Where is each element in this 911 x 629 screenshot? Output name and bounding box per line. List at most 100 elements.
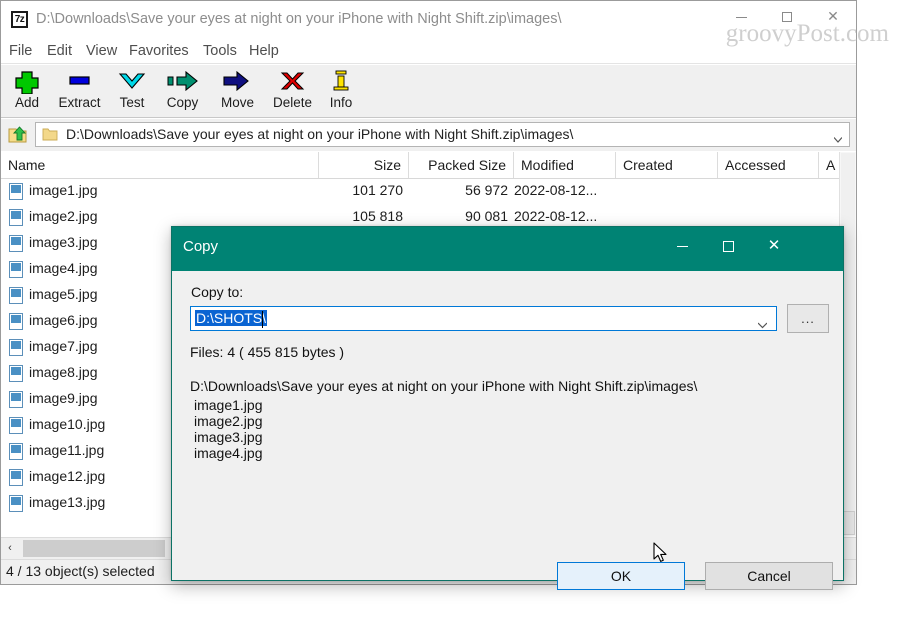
- copy-to-label: Copy to:: [191, 284, 244, 300]
- dialog-close-icon[interactable]: ✕: [751, 227, 797, 265]
- mouse-cursor: [653, 542, 669, 564]
- dialog-maximize-icon[interactable]: [705, 227, 751, 265]
- file-name: image10.jpg: [29, 416, 106, 432]
- path-text: D:\Downloads\Save your eyes at night on …: [66, 126, 574, 142]
- file-packed: 56 972: [465, 182, 508, 198]
- selected-files-list: image1.jpg image2.jpg image3.jpg image4.…: [194, 397, 263, 461]
- test-icon: [110, 68, 154, 94]
- jpg-file-icon: [9, 469, 23, 486]
- file-name: image3.jpg: [29, 234, 98, 250]
- main-window-title: D:\Downloads\Save your eyes at night on …: [36, 11, 562, 27]
- chevron-down-icon[interactable]: [757, 316, 768, 329]
- sevenzip-app-icon: 7z: [11, 11, 28, 28]
- chevron-down-icon[interactable]: [833, 131, 843, 143]
- copy-dialog-body: Copy to: D:\SHOTS\ ... Files: 4 ( 455 81…: [172, 271, 843, 590]
- toolbar-button-move[interactable]: Move: [211, 68, 264, 116]
- jpg-file-icon: [9, 417, 23, 434]
- copy-arrow-icon: [156, 68, 209, 94]
- file-name: image1.jpg: [29, 182, 98, 198]
- toolbar-button-delete[interactable]: Delete: [266, 68, 319, 116]
- toolbar-label-add: Add: [14, 95, 40, 110]
- text-caret: [262, 311, 263, 328]
- jpg-file-icon: [9, 235, 23, 252]
- toolbar-label-info: Info: [329, 95, 353, 110]
- jpg-file-icon: [9, 209, 23, 226]
- toolbar-label-extract: Extract: [58, 95, 101, 110]
- cancel-button[interactable]: Cancel: [705, 562, 833, 590]
- move-arrow-icon: [211, 68, 264, 94]
- toolbar-button-info[interactable]: Info: [321, 68, 361, 116]
- file-name: image2.jpg: [29, 208, 98, 224]
- file-packed: 90 081: [465, 208, 508, 224]
- column-header-created[interactable]: Created: [616, 152, 718, 178]
- jpg-file-icon: [9, 313, 23, 330]
- column-header-size[interactable]: Size: [319, 152, 409, 178]
- toolbar-button-test[interactable]: Test: [110, 68, 154, 116]
- destination-input-value[interactable]: D:\SHOTS\: [195, 310, 268, 326]
- file-name: image8.jpg: [29, 364, 98, 380]
- toolbar-label-move: Move: [220, 95, 254, 110]
- menu-item-tools[interactable]: Tools: [197, 41, 243, 61]
- files-summary-text: Files: 4 ( 455 815 bytes ): [190, 344, 345, 360]
- copy-dialog: Copy ✕ Copy to: D:\SHOTS\ ... Files: 4 (…: [171, 226, 844, 590]
- menu-item-file[interactable]: File: [3, 41, 38, 61]
- jpg-file-icon: [9, 391, 23, 408]
- list-item: image3.jpg: [194, 429, 263, 445]
- toolbar-button-extract[interactable]: Extract: [51, 68, 108, 116]
- scroll-left-button[interactable]: ‹: [1, 538, 19, 559]
- main-toolbar: Add Extract Test Copy Move Delete Info: [1, 65, 856, 118]
- jpg-file-icon: [9, 183, 23, 200]
- file-name: image13.jpg: [29, 494, 106, 510]
- info-icon: [321, 68, 361, 94]
- toolbar-button-add[interactable]: Add: [5, 68, 49, 116]
- menu-item-favorites[interactable]: Favorites: [123, 41, 195, 61]
- jpg-file-icon: [9, 339, 23, 356]
- column-header-packed-size[interactable]: Packed Size: [409, 152, 514, 178]
- folder-icon: [42, 127, 58, 142]
- menu-item-edit[interactable]: Edit: [41, 41, 78, 61]
- table-row[interactable]: image1.jpg 101 270 56 972 2022-08-12...: [1, 179, 856, 205]
- file-modified: 2022-08-12...: [514, 208, 598, 224]
- list-item: image4.jpg: [194, 445, 263, 461]
- column-header-accessed[interactable]: Accessed: [718, 152, 819, 178]
- plus-icon: [5, 68, 49, 95]
- column-header-modified[interactable]: Modified: [514, 152, 616, 178]
- dialog-minimize-icon[interactable]: [659, 227, 705, 265]
- source-path-text: D:\Downloads\Save your eyes at night on …: [190, 378, 698, 394]
- list-item: image2.jpg: [194, 413, 263, 429]
- toolbar-button-copy[interactable]: Copy: [156, 68, 209, 116]
- menu-item-view[interactable]: View: [80, 41, 123, 61]
- horizontal-scrollbar-thumb[interactable]: [23, 540, 165, 557]
- file-name: image4.jpg: [29, 260, 98, 276]
- address-bar: D:\Downloads\Save your eyes at night on …: [1, 119, 856, 151]
- column-header-name[interactable]: Name: [1, 152, 319, 178]
- toolbar-label-copy: Copy: [166, 95, 199, 110]
- destination-combobox[interactable]: D:\SHOTS\: [190, 306, 777, 331]
- file-size: 105 818: [352, 208, 403, 224]
- file-name: image6.jpg: [29, 312, 98, 328]
- column-header-row: Name Size Packed Size Modified Created A…: [1, 152, 856, 179]
- browse-button[interactable]: ...: [787, 304, 829, 333]
- jpg-file-icon: [9, 261, 23, 278]
- jpg-file-icon: [9, 443, 23, 460]
- menu-item-help[interactable]: Help: [243, 41, 285, 61]
- extract-icon: [51, 68, 108, 94]
- list-item: image1.jpg: [194, 397, 263, 413]
- jpg-file-icon: [9, 365, 23, 382]
- file-name: image7.jpg: [29, 338, 98, 354]
- up-folder-icon[interactable]: [5, 122, 31, 147]
- ok-button[interactable]: OK: [557, 562, 685, 590]
- watermark-groovypost: groovyPost.com: [725, 20, 889, 47]
- copy-dialog-title: Copy: [183, 238, 219, 255]
- delete-x-icon: [266, 68, 319, 94]
- file-size: 101 270: [352, 182, 403, 198]
- path-combobox[interactable]: D:\Downloads\Save your eyes at night on …: [35, 122, 850, 147]
- screenshot-root: 7z D:\Downloads\Save your eyes at night …: [0, 0, 911, 629]
- status-text: 4 / 13 object(s) selected: [6, 563, 155, 579]
- jpg-file-icon: [9, 495, 23, 512]
- file-name: image11.jpg: [29, 442, 105, 458]
- file-modified: 2022-08-12...: [514, 182, 598, 198]
- toolbar-label-test: Test: [119, 95, 145, 110]
- file-name: image9.jpg: [29, 390, 98, 406]
- file-name: image12.jpg: [29, 468, 106, 484]
